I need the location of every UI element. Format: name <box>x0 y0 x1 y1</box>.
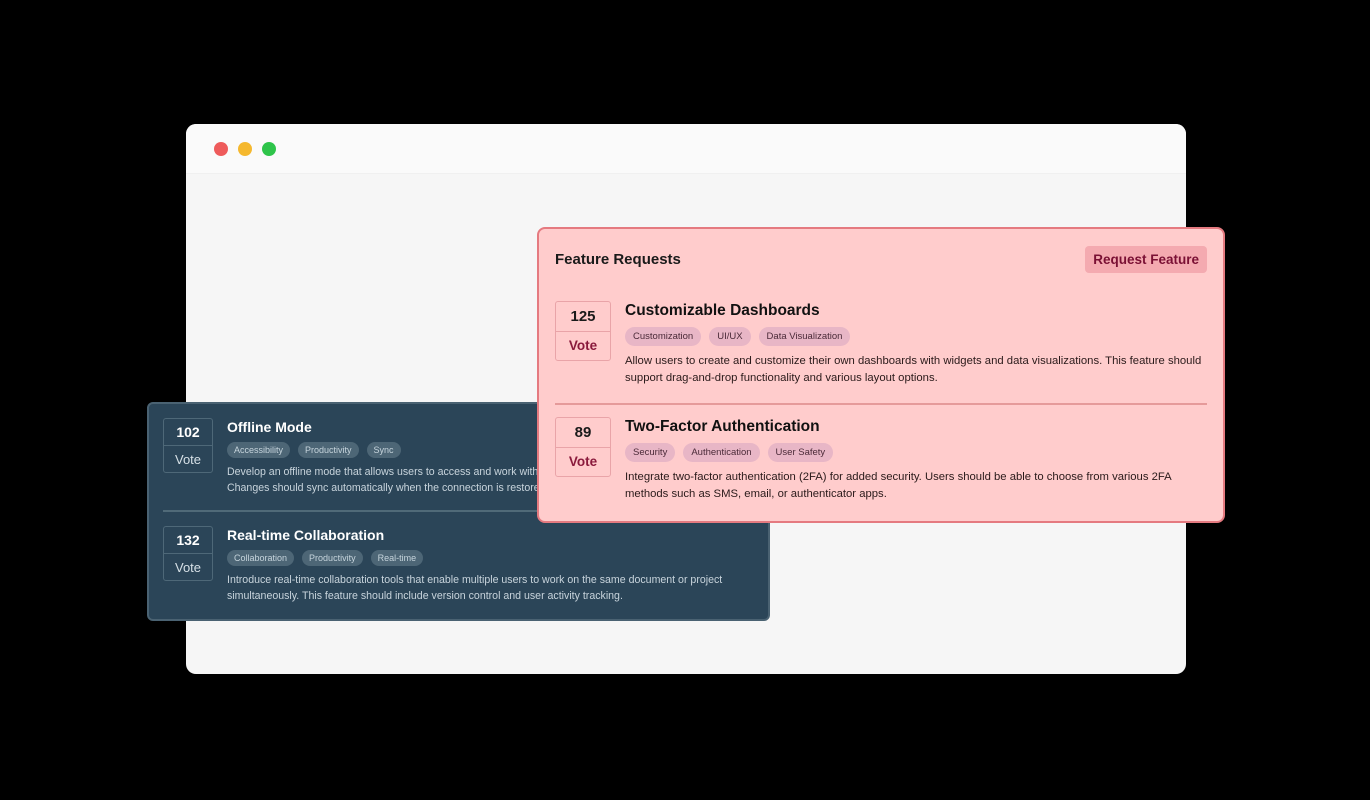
vote-count: 89 <box>556 418 610 448</box>
maximize-window-icon[interactable] <box>262 141 276 156</box>
vote-count: 125 <box>556 302 610 332</box>
vote-count: 132 <box>164 527 212 554</box>
panel-title: Feature Requests <box>555 250 681 268</box>
request-feature-button[interactable]: Request Feature <box>1085 245 1207 273</box>
tag: Security <box>625 443 676 462</box>
feature-item: 132 Vote Real-time Collaboration Collabo… <box>163 512 754 618</box>
tag: Real-time <box>370 550 424 566</box>
tag: Data Visualization <box>758 327 851 346</box>
feature-description: Allow users to create and customize thei… <box>625 355 1202 384</box>
browser-titlebar <box>186 124 1186 174</box>
tag: User Safety <box>767 443 834 462</box>
feature-body: Customizable Dashboards Customization UI… <box>625 301 1207 387</box>
tag: Accessibility <box>227 442 291 458</box>
vote-count: 102 <box>164 419 212 446</box>
minimize-window-icon[interactable] <box>238 141 252 156</box>
tag: Collaboration <box>227 550 295 566</box>
feature-title: Customizable Dashboards <box>625 302 820 319</box>
vote-button[interactable]: Vote <box>164 446 212 472</box>
tag: UI/UX <box>709 327 751 346</box>
tag: Productivity <box>302 550 363 566</box>
feature-item: 89 Vote Two-Factor Authentication Securi… <box>555 405 1207 519</box>
tag: Authentication <box>683 443 760 462</box>
tag-list: Security Authentication User Safety <box>625 443 1207 462</box>
vote-box: 132 Vote <box>163 526 213 581</box>
feature-body: Two-Factor Authentication Security Authe… <box>625 417 1207 503</box>
vote-box: 102 Vote <box>163 418 213 473</box>
tag-list: Customization UI/UX Data Visualization <box>625 327 1207 346</box>
vote-box: 89 Vote <box>555 417 611 477</box>
feature-description: Introduce real-time collaboration tools … <box>227 574 723 602</box>
feature-description: Integrate two-factor authentication (2FA… <box>625 471 1172 500</box>
tag: Sync <box>366 442 401 458</box>
feature-title: Real-time Collaboration <box>227 527 385 543</box>
vote-box: 125 Vote <box>555 301 611 361</box>
panel-header: Feature Requests Request Feature <box>555 229 1207 289</box>
vote-button[interactable]: Vote <box>556 332 610 361</box>
feature-body: Real-time Collaboration Collaboration Pr… <box>227 526 754 604</box>
feature-item: 125 Vote Customizable Dashboards Customi… <box>555 289 1207 403</box>
tag: Customization <box>625 327 702 346</box>
vote-button[interactable]: Vote <box>164 554 212 580</box>
tag: Productivity <box>298 442 359 458</box>
feature-requests-panel: Feature Requests Request Feature 125 Vot… <box>537 227 1225 523</box>
tag-list: Collaboration Productivity Real-time <box>227 550 754 566</box>
close-window-icon[interactable] <box>214 141 228 156</box>
feature-title: Two-Factor Authentication <box>625 418 820 435</box>
vote-button[interactable]: Vote <box>556 448 610 477</box>
